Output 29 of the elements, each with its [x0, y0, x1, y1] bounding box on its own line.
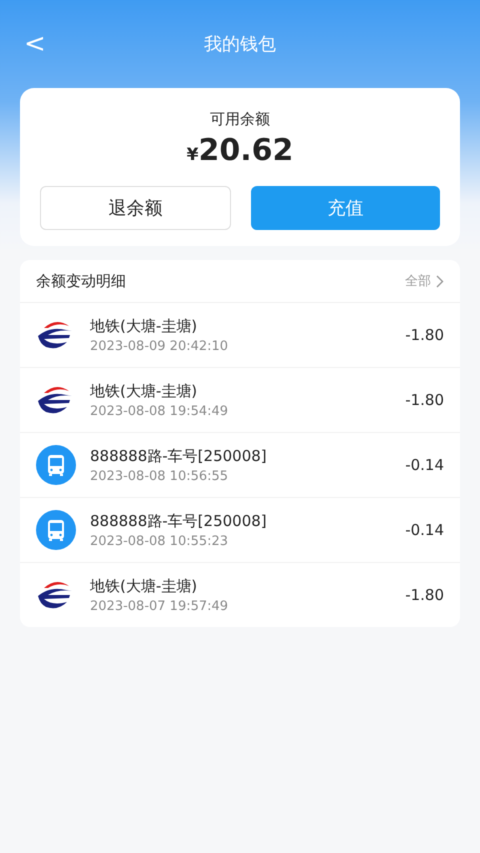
transaction-name: 888888路-车号[250008] — [90, 512, 268, 530]
transaction-amount: -0.14 — [405, 456, 444, 474]
transaction-row[interactable]: 888888路-车号[250008] 2023-08-08 10:56:55 -0.14 — [20, 433, 460, 498]
transaction-amount: -1.80 — [405, 326, 444, 344]
transaction-amount: -1.80 — [405, 586, 444, 604]
refund-button[interactable]: 退余额 — [40, 186, 231, 230]
transaction-time: 2023-08-07 19:57:49 — [90, 598, 230, 614]
balance-amount: 20.62 — [198, 133, 294, 168]
transaction-time: 2023-08-08 19:54:49 — [90, 404, 230, 418]
transaction-name: 地铁(大塘-圭塘) — [90, 382, 198, 400]
transaction-row[interactable]: 地铁(大塘-圭塘) 2023-08-07 19:57:49 -1.80 — [20, 563, 460, 627]
page-title: 我的钱包 — [204, 33, 276, 56]
bus-icon — [36, 445, 76, 485]
transaction-amount: -0.14 — [405, 521, 444, 539]
transaction-name: 地铁(大塘-圭塘) — [90, 576, 198, 596]
currency-symbol: ¥ — [186, 145, 198, 165]
transaction-row[interactable]: 888888路-车号[250008] 2023-08-08 10:55:23 -0.14 — [20, 498, 460, 563]
transaction-time: 2023-08-09 20:42:10 — [90, 338, 230, 354]
transaction-time: 2023-08-08 10:55:23 — [90, 534, 230, 548]
transaction-row[interactable]: 地铁(大塘-圭塘) 2023-08-08 19:54:49 -1.80 — [20, 368, 460, 433]
balance-label: 可用余额 — [210, 110, 270, 129]
transaction-row[interactable]: 地铁(大塘-圭塘) 2023-08-09 20:42:10 -1.80 — [20, 303, 460, 368]
bus-icon — [36, 510, 76, 550]
transaction-name: 888888路-车号[250008] — [90, 446, 268, 466]
transaction-name: 地铁(大塘-圭塘) — [90, 316, 198, 336]
transaction-time: 2023-08-08 10:56:55 — [90, 468, 230, 484]
section-title: 余额变动明细 — [36, 272, 126, 290]
transaction-amount: -1.80 — [405, 391, 444, 409]
chevron-right-icon — [436, 274, 444, 288]
